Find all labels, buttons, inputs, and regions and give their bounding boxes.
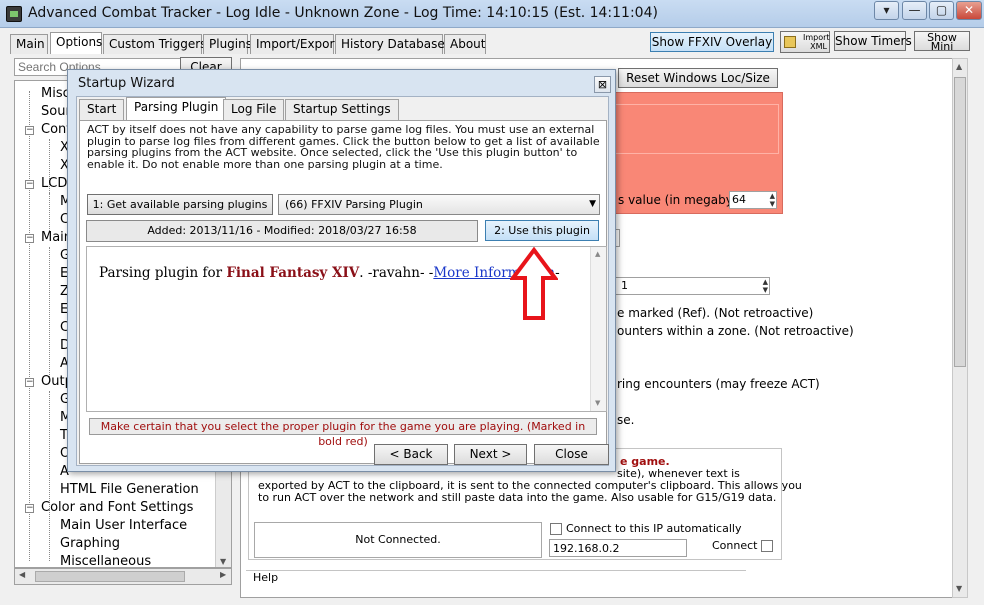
scroll-left-icon[interactable]: ◀ — [19, 570, 25, 579]
spinner-icon[interactable]: ▲ ▼ — [763, 278, 768, 294]
expander-icon[interactable]: − — [25, 234, 34, 243]
scrollbar-thumb[interactable] — [954, 77, 966, 367]
next-button[interactable]: Next > — [454, 444, 527, 465]
plugin-info-text: Parsing plugin for Final Fantasy XIV. -r… — [99, 265, 560, 281]
connect-auto-label: Connect to this IP automatically — [566, 522, 742, 535]
scroll-right-icon[interactable]: ▶ — [220, 570, 226, 579]
tab-about[interactable]: About — [444, 34, 486, 54]
window-title: Advanced Combat Tracker - Log Idle - Unk… — [28, 5, 658, 21]
help-label: Help — [253, 571, 279, 584]
close-button[interactable]: Close — [534, 444, 609, 465]
tab-main[interactable]: Main — [10, 34, 48, 54]
spinner-icon[interactable]: ▲ ▼ — [770, 192, 775, 208]
expander-icon[interactable]: − — [25, 378, 34, 387]
tree-item[interactable]: LCD — [41, 176, 67, 191]
maximize-button[interactable]: ▢ — [929, 1, 954, 20]
import-icon — [784, 36, 796, 48]
game-name: Final Fantasy XIV — [226, 265, 360, 281]
scroll-down-icon[interactable]: ▼ — [956, 584, 962, 593]
tab-startup-settings[interactable]: Startup Settings — [285, 99, 399, 120]
scrollbar-thumb[interactable] — [35, 571, 185, 582]
clipboard-text: to run ACT over the network and still pa… — [258, 491, 777, 504]
tab-options[interactable]: Options — [50, 32, 102, 54]
up-arrow-icon — [510, 247, 558, 320]
tree-horizontal-scrollbar[interactable]: ◀ ▶ — [14, 568, 232, 585]
option-text: ounters within a zone. (Not retroactive) — [617, 324, 854, 338]
connection-status: Not Connected. — [254, 522, 542, 558]
tree-item[interactable]: Miscellaneous — [60, 554, 151, 567]
numeric-input[interactable]: 1 ▲ ▼ — [612, 277, 770, 295]
ip-address-input[interactable]: 192.168.0.2 — [549, 539, 687, 557]
plugin-select[interactable]: (66) FFXIV Parsing Plugin ▼ — [278, 194, 600, 215]
tab-import-export[interactable]: Import/Export — [250, 34, 339, 54]
minimize-button[interactable]: — — [902, 1, 927, 20]
reset-windows-button[interactable]: Reset Windows Loc/Size — [618, 68, 778, 88]
tree-item[interactable]: HTML File Generation — [60, 482, 199, 497]
dialog-title: Startup Wizard — [78, 76, 175, 91]
back-button[interactable]: < Back — [374, 444, 448, 465]
plugin-warning: Make certain that you select the proper … — [89, 418, 597, 448]
show-ffxiv-overlay-button[interactable]: Show FFXIV Overlay — [650, 32, 774, 52]
tab-start[interactable]: Start — [79, 99, 125, 120]
tree-item[interactable]: Misc — [41, 86, 70, 101]
option-text: e marked (Ref). (Not retroactive) — [617, 306, 814, 320]
expander-icon[interactable]: − — [25, 126, 34, 135]
expander-icon[interactable]: − — [25, 504, 34, 513]
connect-label: Connect — [712, 539, 758, 552]
megabytes-input[interactable]: 64 ▲ ▼ — [729, 191, 777, 209]
tab-parsing-plugin[interactable]: Parsing Plugin — [126, 97, 227, 121]
scroll-up-icon[interactable]: ▲ — [956, 62, 962, 71]
connect-checkbox[interactable] — [761, 540, 773, 552]
connect-auto-checkbox[interactable] — [550, 523, 562, 535]
scroll-up-icon[interactable]: ▲ — [595, 250, 600, 258]
get-plugins-button[interactable]: 1: Get available parsing plugins — [87, 194, 273, 215]
option-text: se. — [617, 413, 635, 427]
tree-item[interactable]: Color and Font Settings — [41, 500, 193, 515]
tab-plugins[interactable]: Plugins — [203, 34, 252, 54]
info-scrollbar[interactable]: ▲ ▼ — [590, 247, 606, 411]
app-icon — [6, 6, 22, 22]
tab-custom-triggers[interactable]: Custom Triggers — [103, 34, 206, 54]
tab-history-database[interactable]: History Database — [335, 34, 445, 54]
title-bar: Advanced Combat Tracker - Log Idle - Unk… — [0, 0, 984, 28]
scroll-down-icon[interactable]: ▼ — [220, 557, 226, 566]
tree-item[interactable]: Main User Interface — [60, 518, 187, 533]
content-scrollbar[interactable]: ▲ ▼ — [952, 58, 968, 598]
expander-icon[interactable]: − — [25, 180, 34, 189]
plugin-dates: Added: 2013/11/16 - Modified: 2018/03/27… — [86, 220, 478, 242]
option-text: ring encounters (may freeze ACT) — [617, 377, 820, 391]
wizard-description: ACT by itself does not have any capabili… — [87, 123, 600, 171]
import-xml-button[interactable]: Import XML — [780, 31, 830, 53]
close-window-button[interactable]: ✕ — [956, 1, 982, 20]
show-mini-button[interactable]: Show Mini — [914, 31, 970, 52]
dialog-close-button[interactable]: ⊠ — [594, 76, 611, 93]
show-timers-button[interactable]: Show Timers — [834, 31, 912, 51]
window-menu-button[interactable]: ▾ — [874, 1, 899, 20]
scroll-down-icon[interactable]: ▼ — [595, 399, 600, 407]
use-plugin-button[interactable]: 2: Use this plugin — [485, 220, 599, 241]
tree-item[interactable]: Graphing — [60, 536, 120, 551]
chevron-down-icon: ▼ — [589, 199, 596, 209]
tab-log-file[interactable]: Log File — [223, 99, 285, 120]
